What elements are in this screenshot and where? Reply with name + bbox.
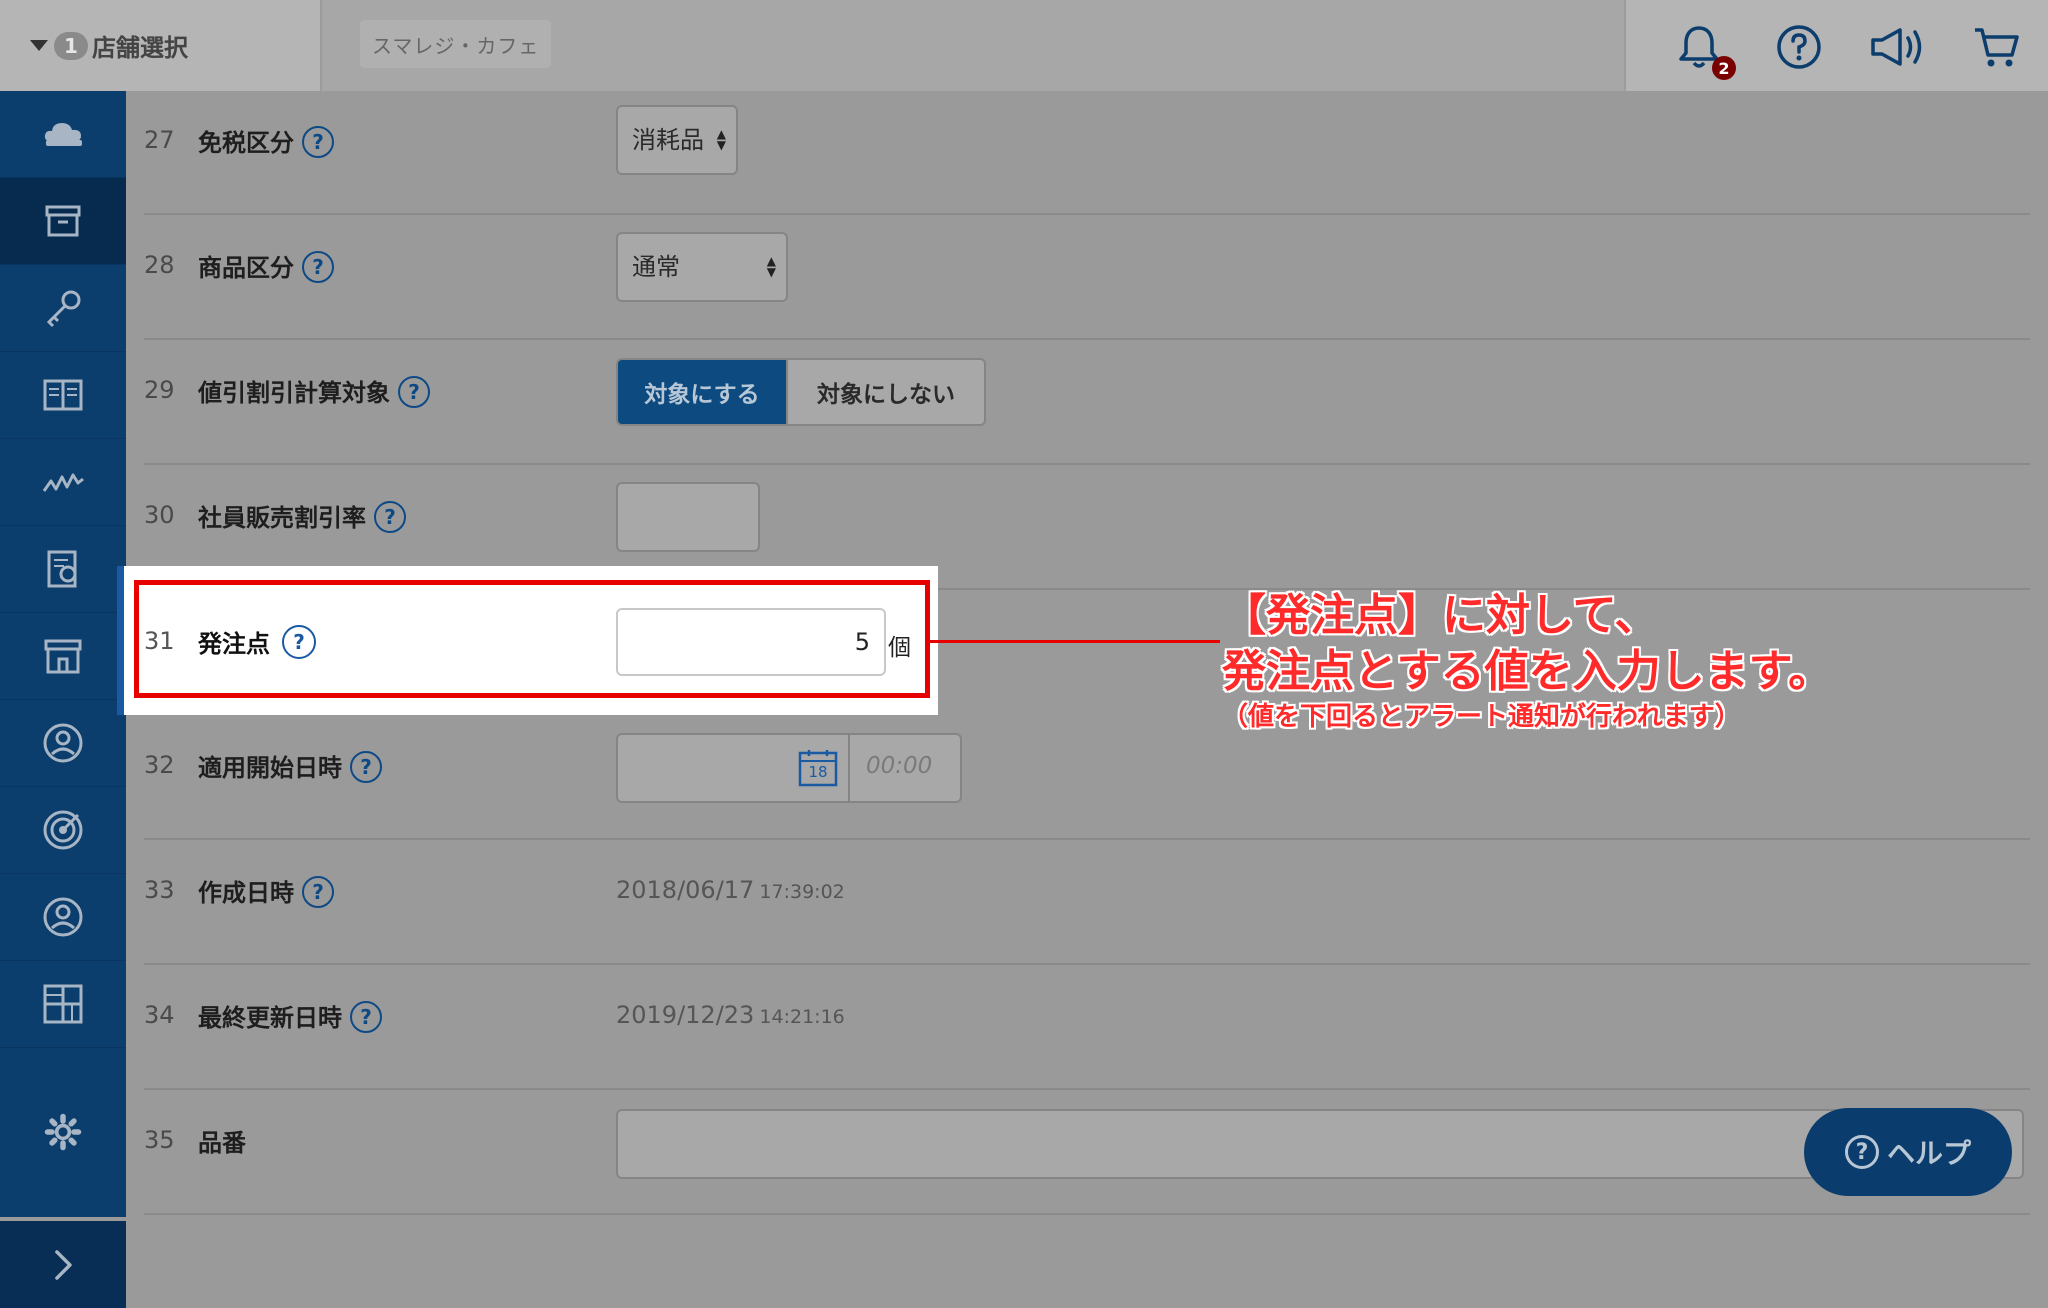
row-label: 社員販売割引率? xyxy=(198,498,406,535)
created-at-value: 2018/06/17 17:39:02 xyxy=(616,876,845,904)
row-label: 作成日時? xyxy=(198,873,334,910)
sidebar-item-customers[interactable] xyxy=(0,874,126,961)
datetime-divider xyxy=(848,735,850,801)
megaphone-icon[interactable] xyxy=(1868,22,1928,72)
row-label: 商品区分? xyxy=(198,248,334,285)
annotation-line-3: （値を下回るとアラート通知が行われます） xyxy=(1222,702,1741,732)
discount-target-toggle: 対象にする 対象にしない xyxy=(616,358,986,426)
grid-icon xyxy=(43,984,83,1024)
row-number: 27 xyxy=(144,126,175,154)
select-arrows-icon: ▲ ▼ xyxy=(766,254,776,279)
product-category-select[interactable]: 通常 ▲ ▼ xyxy=(616,232,788,302)
gear-icon xyxy=(44,1113,82,1151)
target-icon xyxy=(43,810,83,850)
help-question-icon[interactable]: ? xyxy=(302,876,334,908)
annotation-red-box xyxy=(134,580,930,698)
help-button[interactable]: ? ヘルプ xyxy=(1804,1108,2012,1196)
row-focus-bar xyxy=(117,566,124,715)
employee-discount-input[interactable] xyxy=(616,482,760,552)
user-circle-icon xyxy=(43,723,83,763)
select-arrows-icon: ▲ ▼ xyxy=(716,127,726,152)
archive-box-icon xyxy=(45,205,81,237)
apply-start-datetime[interactable]: 18 00:00 xyxy=(616,733,962,803)
caret-down-icon xyxy=(30,40,48,51)
row-number: 33 xyxy=(144,876,175,904)
top-bar: 店舗選択 1 スマレジ・カフェ 2 xyxy=(0,0,2048,91)
row-label: 値引割引計算対象? xyxy=(198,373,430,410)
row-label: 適用開始日時? xyxy=(198,748,382,785)
calendar-icon[interactable]: 18 xyxy=(798,749,838,787)
toggle-target-off[interactable]: 対象にしない xyxy=(786,360,984,424)
calendar-day: 18 xyxy=(808,763,828,781)
sidebar-item-apps[interactable] xyxy=(0,961,126,1048)
form-row-updated-at: 34 最終更新日時? 2019/12/23 14:21:16 xyxy=(126,965,2048,1090)
row-divider xyxy=(144,1213,2030,1215)
sidebar-item-ledger[interactable] xyxy=(0,352,126,439)
sidebar-expand-button[interactable] xyxy=(0,1221,126,1308)
sidebar-item-analytics[interactable] xyxy=(0,439,126,526)
notification-badge: 2 xyxy=(1712,56,1736,80)
store-select-label: 店舗選択 xyxy=(92,34,188,62)
store-icon xyxy=(44,639,82,674)
help-question-icon[interactable]: ? xyxy=(398,376,430,408)
help-question-icon[interactable]: ? xyxy=(350,751,382,783)
updated-at-value: 2019/12/23 14:21:16 xyxy=(616,1001,845,1029)
annotation-line-2: 発注点とする値を入力します。 xyxy=(1222,646,1833,697)
form-row-item-number: 35 品番 xyxy=(126,1090,2048,1215)
row-label: 免税区分? xyxy=(198,123,334,160)
time-input[interactable]: 00:00 xyxy=(866,753,932,779)
book-icon xyxy=(43,379,83,411)
row-number: 30 xyxy=(144,501,175,529)
sidebar-item-keys[interactable] xyxy=(0,265,126,352)
cloud-icon xyxy=(44,123,82,146)
help-circle-icon: ? xyxy=(1844,1135,1879,1169)
row-number: 28 xyxy=(144,251,175,279)
help-question-icon[interactable]: ? xyxy=(350,1001,382,1033)
toggle-target-on[interactable]: 対象にする xyxy=(618,360,786,424)
annotation-callout: 【発注点】に対して、 発注点とする値を入力します。 （値を下回るとアラート通知が… xyxy=(1222,588,1832,734)
form-row-tax-exemption: 27 免税区分? 消耗品 ▲ ▼ xyxy=(126,90,2048,215)
sidebar-item-targets[interactable] xyxy=(0,787,126,874)
help-button-label: ヘルプ xyxy=(1886,1137,1971,1170)
annotation-connector-line xyxy=(930,640,1220,643)
tax-exemption-select[interactable]: 消耗品 ▲ ▼ xyxy=(616,105,738,175)
sidebar-item-products[interactable] xyxy=(0,178,126,265)
current-store-name: スマレジ・カフェ xyxy=(360,20,552,68)
row-number: 35 xyxy=(144,1126,175,1154)
row-number: 32 xyxy=(144,751,175,779)
question-circle-icon[interactable] xyxy=(1774,22,1824,72)
row-number: 29 xyxy=(144,376,175,404)
row-label: 品番 xyxy=(198,1129,246,1157)
row-number: 34 xyxy=(144,1001,175,1029)
form-row-product-category: 28 商品区分? 通常 ▲ ▼ xyxy=(126,215,2048,340)
form-row-discount-target: 29 値引割引計算対象? 対象にする 対象にしない xyxy=(126,340,2048,465)
help-question-icon[interactable]: ? xyxy=(302,251,334,283)
sidebar-item-stores[interactable] xyxy=(0,613,126,700)
annotation-line-1: 【発注点】に対して、 xyxy=(1222,590,1659,641)
cart-icon[interactable] xyxy=(1972,22,2022,72)
store-select-dropdown[interactable]: 店舗選択 1 xyxy=(0,0,322,91)
chart-line-icon xyxy=(42,473,84,492)
sidebar xyxy=(0,91,126,1308)
sidebar-item-staff[interactable] xyxy=(0,700,126,787)
help-question-icon[interactable]: ? xyxy=(374,501,406,533)
key-icon xyxy=(46,290,81,328)
sidebar-item-settings[interactable] xyxy=(0,1089,126,1175)
report-icon xyxy=(47,550,77,588)
sidebar-item-cloud[interactable] xyxy=(0,91,126,178)
row-label: 最終更新日時? xyxy=(198,998,382,1035)
person-icon xyxy=(43,897,83,937)
form-row-created-at: 33 作成日時? 2018/06/17 17:39:02 xyxy=(126,840,2048,965)
help-question-icon[interactable]: ? xyxy=(302,126,334,158)
chevron-right-icon xyxy=(55,1249,72,1280)
sidebar-item-reports[interactable] xyxy=(0,526,126,613)
store-count-badge: 1 xyxy=(54,31,88,60)
